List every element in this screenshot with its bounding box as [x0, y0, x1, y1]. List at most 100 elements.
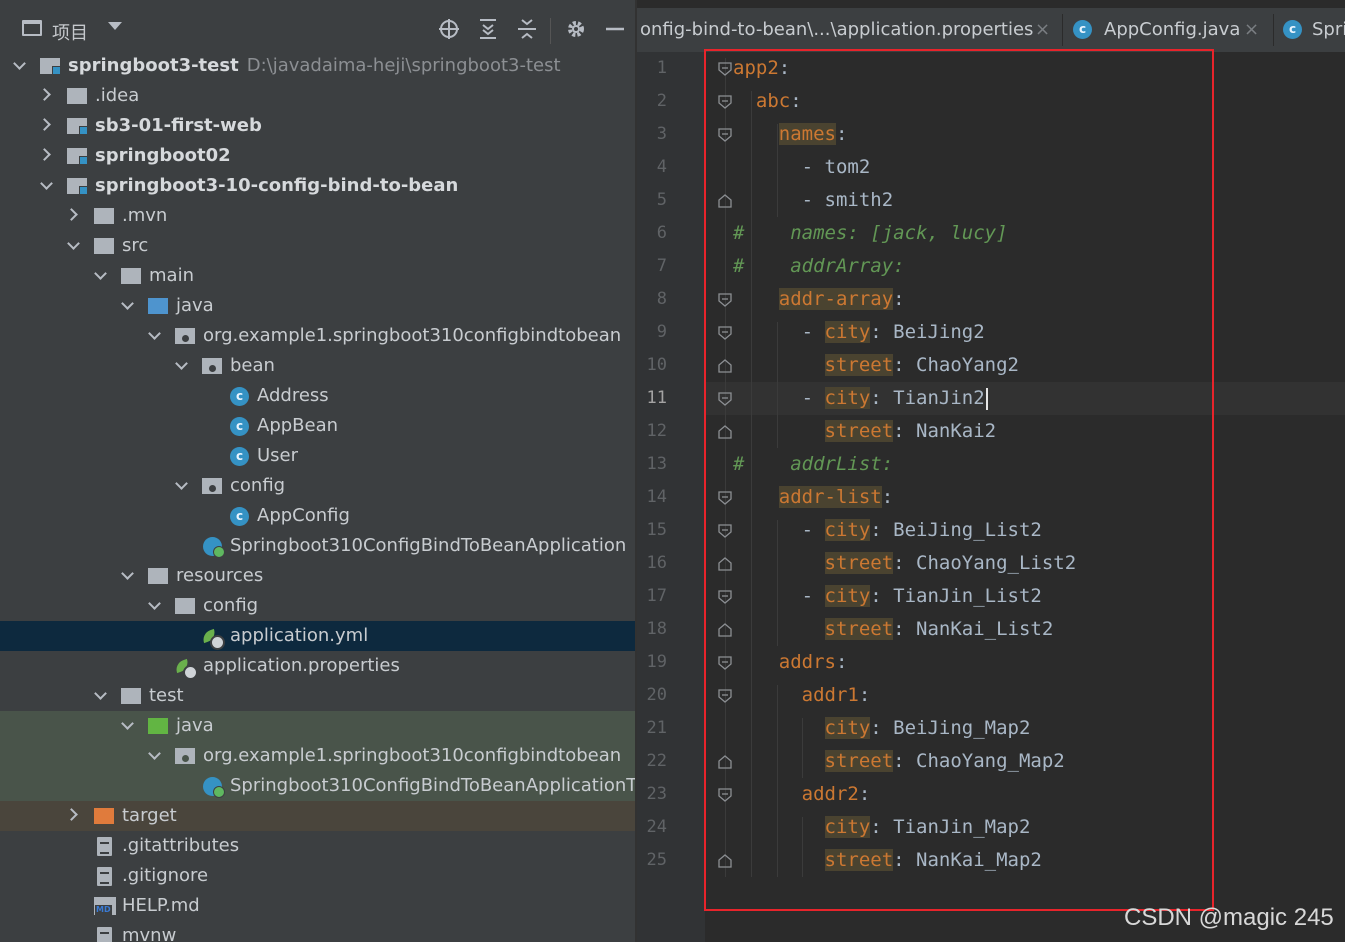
code-line[interactable]: - tom2 [733, 151, 871, 184]
line-number[interactable]: 5 [637, 190, 667, 210]
fold-end-icon[interactable] [718, 425, 732, 439]
tab-appconfig-java[interactable]: c AppConfig.java × [1063, 8, 1273, 52]
line-number[interactable]: 18 [637, 619, 667, 639]
chevron-down-icon[interactable] [150, 599, 160, 609]
tree-item-config-package[interactable]: config [0, 471, 635, 501]
fold-start-icon[interactable] [718, 62, 732, 76]
code-line[interactable]: street: ChaoYang2 [733, 349, 1019, 382]
tree-item-springboot3-test[interactable]: springboot3-test D:\javadaima-heji\spring… [0, 51, 635, 81]
tree-item-address[interactable]: c Address [0, 381, 635, 411]
chevron-right-icon[interactable] [40, 119, 50, 129]
fold-start-icon[interactable] [718, 590, 732, 604]
chevron-down-icon[interactable] [177, 479, 187, 489]
tree-item-appbean[interactable]: c AppBean [0, 411, 635, 441]
code-line[interactable]: - city: BeiJing_List2 [733, 514, 1042, 547]
line-number[interactable]: 23 [637, 784, 667, 804]
fold-end-icon[interactable] [718, 557, 732, 571]
line-number[interactable]: 2 [637, 91, 667, 111]
fold-start-icon[interactable] [718, 788, 732, 802]
close-icon[interactable]: × [1244, 19, 1259, 40]
line-number[interactable]: 10 [637, 355, 667, 375]
line-number[interactable]: 3 [637, 124, 667, 144]
line-number[interactable]: 17 [637, 586, 667, 606]
code-line[interactable]: addr1: [733, 679, 871, 712]
tree-item-java[interactable]: java [0, 291, 635, 321]
tree-item-springboot3-10-config-bind-to-bean[interactable]: springboot3-10-config-bind-to-bean [0, 171, 635, 201]
line-number[interactable]: 15 [637, 520, 667, 540]
line-number[interactable]: 22 [637, 751, 667, 771]
fold-start-icon[interactable] [718, 689, 732, 703]
code-line[interactable]: names: [733, 118, 847, 151]
fold-start-icon[interactable] [718, 392, 732, 406]
line-number[interactable]: 19 [637, 652, 667, 672]
tree-item-gitattributes[interactable]: .gitattributes [0, 831, 635, 861]
line-number[interactable]: 14 [637, 487, 667, 507]
tab-spring-application[interactable]: c Spri [1274, 8, 1345, 52]
fold-start-icon[interactable] [718, 491, 732, 505]
line-number[interactable]: 24 [637, 817, 667, 837]
code-line[interactable]: city: BeiJing_Map2 [733, 712, 1030, 745]
tree-item-resources[interactable]: resources [0, 561, 635, 591]
line-number[interactable]: 9 [637, 322, 667, 342]
tree-item-sb3-01-first-web[interactable]: sb3-01-first-web [0, 111, 635, 141]
tree-item-application-yml[interactable]: application.yml [0, 621, 635, 651]
code-line[interactable]: addr-array: [733, 283, 905, 316]
code-line[interactable]: abc: [733, 85, 802, 118]
fold-end-icon[interactable] [718, 755, 732, 769]
project-panel-title[interactable]: 项目 [52, 19, 88, 45]
chevron-down-icon[interactable] [69, 239, 79, 249]
code-editor[interactable]: app2: abc: names: - tom2 - smith2 # names… [705, 52, 1345, 942]
tree-item-config-folder[interactable]: config [0, 591, 635, 621]
line-number[interactable]: 13 [637, 454, 667, 474]
expand-all-icon[interactable] [476, 17, 500, 41]
tree-item-test-java[interactable]: java [0, 711, 635, 741]
line-number[interactable]: 1 [637, 58, 667, 78]
code-line[interactable]: street: ChaoYang_List2 [733, 547, 1076, 580]
collapse-all-icon[interactable] [515, 17, 539, 41]
project-view-icon[interactable] [22, 20, 42, 36]
tree-item-package[interactable]: org.example1.springboot310configbindtobe… [0, 321, 635, 351]
code-line[interactable]: # addrArray: [733, 250, 905, 283]
tree-item-application-class[interactable]: Springboot310ConfigBindToBeanApplication [0, 531, 635, 561]
tab-application-properties[interactable]: onfig-bind-to-bean\...\application.prope… [637, 8, 1062, 52]
chevron-right-icon[interactable] [67, 209, 77, 219]
code-line[interactable]: - city: TianJin2 [733, 382, 988, 415]
tree-item-target[interactable]: target [0, 801, 635, 831]
line-number[interactable]: 8 [637, 289, 667, 309]
line-number[interactable]: 6 [637, 223, 667, 243]
line-number[interactable]: 20 [637, 685, 667, 705]
chevron-down-icon[interactable] [150, 749, 160, 759]
chevron-right-icon[interactable] [67, 809, 77, 819]
chevron-down-icon[interactable] [177, 359, 187, 369]
tree-item-test-class[interactable]: Springboot310ConfigBindToBeanApplication… [0, 771, 635, 801]
fold-start-icon[interactable] [718, 524, 732, 538]
code-line[interactable]: app2: [733, 52, 790, 85]
chevron-down-icon[interactable] [108, 22, 122, 30]
close-icon[interactable]: × [1035, 19, 1050, 40]
code-line[interactable]: street: NanKai_Map2 [733, 844, 1042, 877]
code-line[interactable]: - city: BeiJing2 [733, 316, 985, 349]
fold-start-icon[interactable] [718, 293, 732, 307]
tree-item-main[interactable]: main [0, 261, 635, 291]
code-line[interactable]: street: NanKai_List2 [733, 613, 1053, 646]
fold-end-icon[interactable] [718, 194, 732, 208]
fold-start-icon[interactable] [718, 656, 732, 670]
fold-start-icon[interactable] [718, 128, 732, 142]
line-number[interactable]: 25 [637, 850, 667, 870]
code-line[interactable]: street: NanKai2 [733, 415, 996, 448]
line-number[interactable]: 21 [637, 718, 667, 738]
fold-start-icon[interactable] [718, 326, 732, 340]
tree-item-help-md[interactable]: HELP.md [0, 891, 635, 921]
tree-item-springboot02[interactable]: springboot02 [0, 141, 635, 171]
code-line[interactable]: addrs: [733, 646, 848, 679]
chevron-down-icon[interactable] [15, 59, 25, 69]
gear-icon[interactable] [564, 17, 588, 41]
chevron-down-icon[interactable] [123, 569, 133, 579]
code-line[interactable]: addr2: [733, 778, 871, 811]
tree-item-mvnw[interactable]: mvnw [0, 921, 635, 942]
fold-end-icon[interactable] [718, 623, 732, 637]
tree-item-src[interactable]: src [0, 231, 635, 261]
line-number[interactable]: 11 [637, 388, 667, 408]
chevron-right-icon[interactable] [40, 149, 50, 159]
code-line[interactable]: # names: [jack, lucy] [733, 217, 1008, 250]
